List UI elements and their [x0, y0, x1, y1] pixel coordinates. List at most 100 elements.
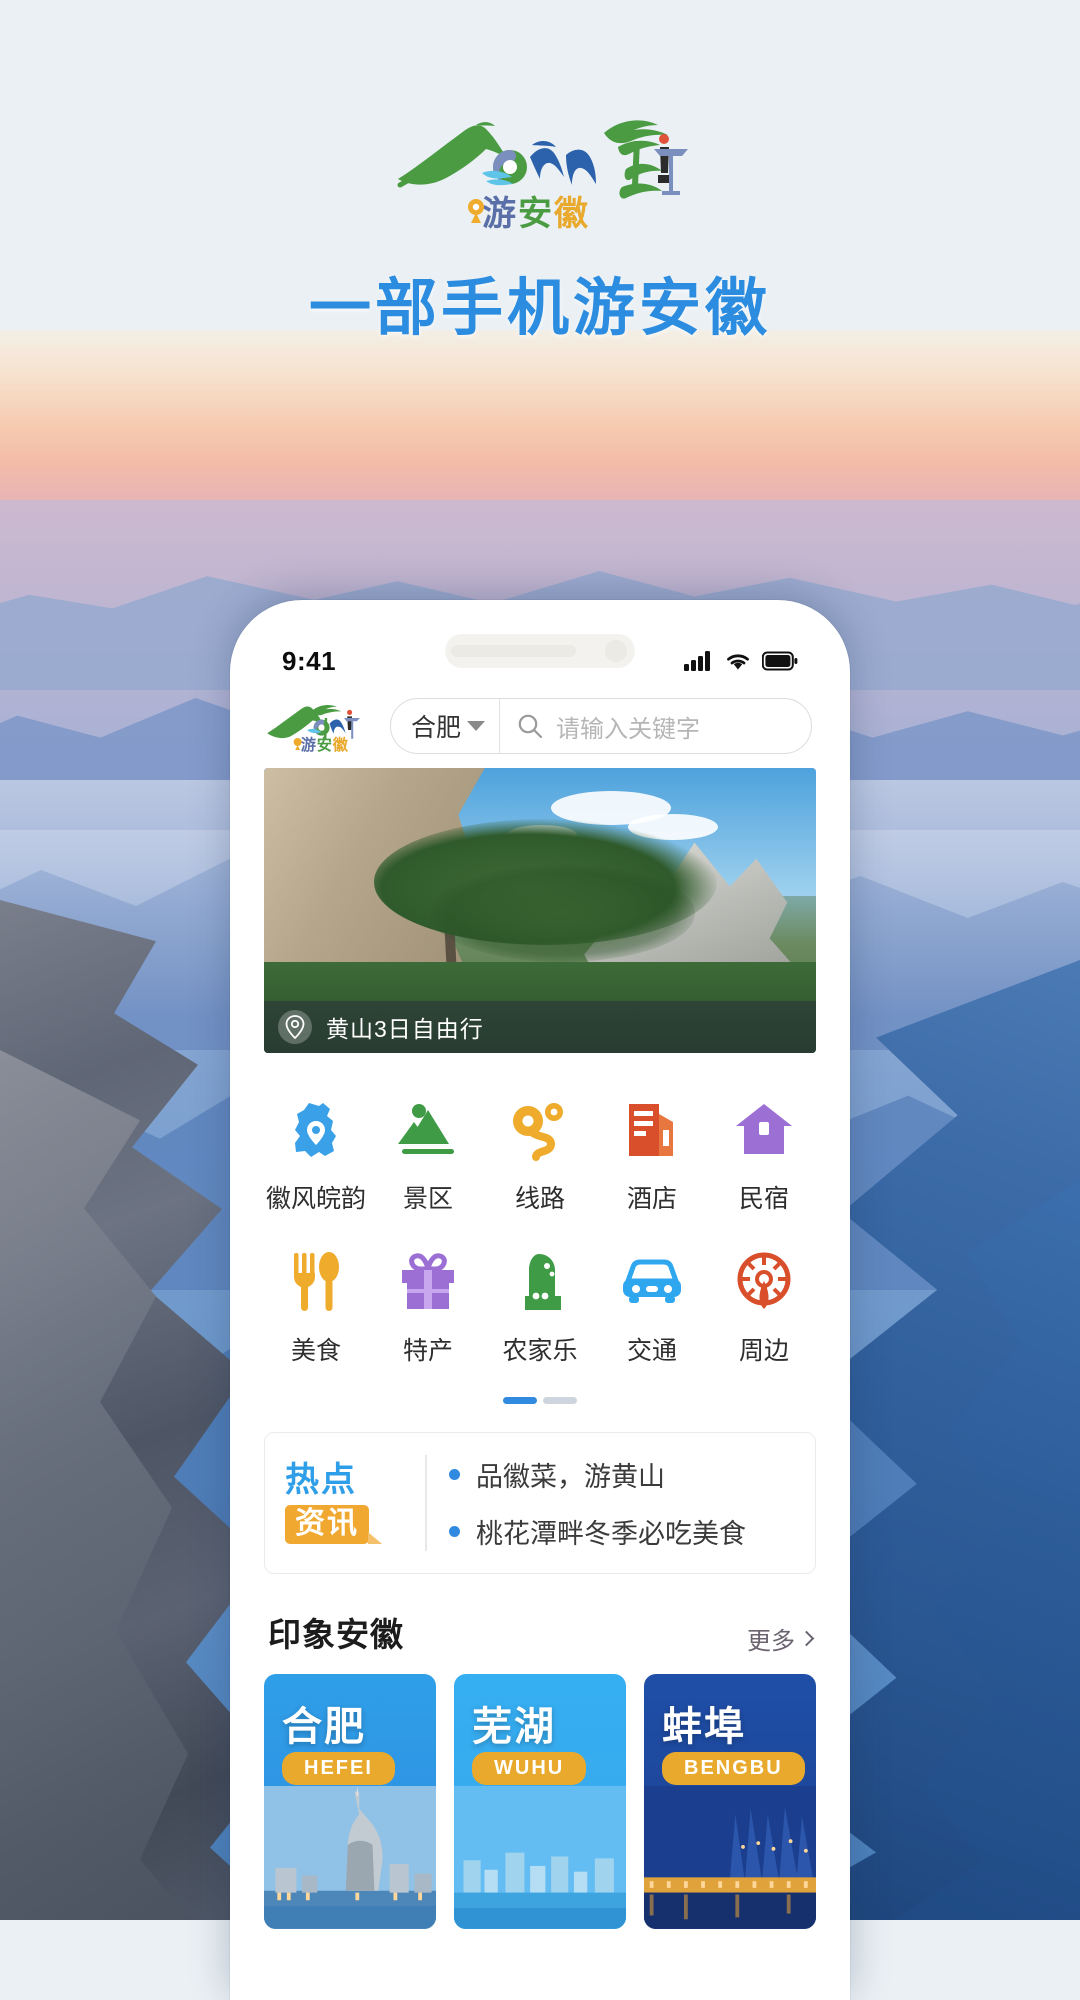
news-item-text: 桃花潭畔冬季必吃美食	[476, 1519, 746, 1549]
car-icon	[596, 1249, 708, 1315]
app-logo: 游 安 徽	[267, 704, 360, 754]
category-homestay[interactable]: 民宿	[708, 1083, 820, 1235]
house-icon	[708, 1097, 820, 1163]
province-map-icon	[260, 1097, 372, 1163]
wuhu-skyline	[454, 1786, 626, 1929]
category-transport[interactable]: 交通	[596, 1235, 708, 1387]
category-scenic-area[interactable]: 景区	[372, 1083, 484, 1235]
city-name-en: WUHU	[472, 1752, 587, 1785]
phone-screen: 9:41 游 安 徽 合肥 请输入关键字 黄山3日自由行 徽风皖韵 景区 线路 …	[242, 612, 838, 2000]
pager-dot-active[interactable]	[503, 1397, 537, 1404]
category-route[interactable]: 线路	[484, 1083, 596, 1235]
poster-header: 游 安 徽 一部手机游安徽	[0, 0, 1080, 347]
svg-text:安: 安	[317, 736, 332, 754]
news-item[interactable]: 品徽菜，游黄山	[449, 1455, 795, 1494]
farm-house-icon	[484, 1249, 596, 1315]
city-card-bengbu[interactable]: 蚌埠 BENGBU	[644, 1674, 816, 1929]
status-bar-time: 9:41	[282, 645, 337, 676]
hot-news-badge-bottom: 资讯	[285, 1504, 382, 1544]
category-nearby[interactable]: 周边	[708, 1235, 820, 1387]
fork-spoon-icon	[260, 1249, 372, 1315]
location-pin-icon	[278, 1010, 312, 1044]
category-specialty[interactable]: 特产	[372, 1235, 484, 1387]
search-input-placeholder[interactable]: 请输入关键字	[556, 709, 700, 744]
status-bar-indicators	[684, 650, 798, 672]
category-farmstay[interactable]: 农家乐	[484, 1235, 596, 1387]
city-name-en: HEFEI	[282, 1752, 395, 1785]
wifi-icon	[727, 654, 749, 670]
pager-dot[interactable]	[543, 1397, 577, 1404]
impression-section-header: 印象安徽 更多	[242, 1574, 838, 1674]
mountain-icon	[372, 1097, 484, 1163]
city-name: 蚌埠	[662, 1705, 746, 1749]
category-label: 交通	[626, 1337, 677, 1365]
more-link-label: 更多	[747, 1628, 795, 1655]
city-name-en: BENGBU	[662, 1752, 805, 1785]
category-label: 农家乐	[502, 1337, 578, 1365]
city-card-hefei[interactable]: 合肥 HEFEI	[264, 1674, 436, 1929]
battery-icon	[762, 651, 798, 671]
hefei-skyline	[264, 1786, 436, 1929]
city-selector-label: 合肥	[411, 714, 462, 742]
grid-pager[interactable]	[260, 1387, 820, 1408]
category-food[interactable]: 美食	[260, 1235, 372, 1387]
category-label: 周边	[738, 1337, 789, 1365]
news-list: 品徽菜，游黄山 桃花潭畔冬季必吃美食	[449, 1455, 795, 1551]
chevron-down-icon	[467, 721, 486, 731]
route-icon	[484, 1097, 596, 1163]
status-bar: 9:41	[242, 612, 838, 686]
news-divider	[425, 1455, 427, 1551]
ferris-wheel-icon	[708, 1249, 820, 1315]
category-label: 美食	[290, 1337, 341, 1365]
hero-caption-text: 黄山3日自由行	[326, 1016, 484, 1042]
category-huifeng-wanyun[interactable]: 徽风皖韵	[260, 1083, 372, 1235]
gift-box-icon	[372, 1249, 484, 1315]
front-camera	[605, 640, 627, 662]
city-name: 芜湖	[472, 1705, 556, 1749]
category-row-1: 徽风皖韵 景区 线路 酒店 民宿	[260, 1083, 820, 1235]
category-label: 徽风皖韵	[265, 1185, 366, 1213]
hero-pine-canopy-2	[429, 864, 695, 962]
svg-text:徽: 徽	[332, 736, 349, 754]
search-field[interactable]: 请输入关键字	[500, 709, 811, 744]
hot-news-badge-top: 热点	[285, 1459, 357, 1500]
anhui-tourism-logo: 游 安 徽	[397, 120, 688, 234]
app-header: 游 安 徽 合肥 请输入关键字	[242, 686, 838, 768]
news-item-text: 品徽菜，游黄山	[476, 1462, 665, 1492]
hero-caption-bar: 黄山3日自由行	[264, 1001, 816, 1053]
category-grid: 徽风皖韵 景区 线路 酒店 民宿 美食 特产 农家乐 交通 周边	[242, 1053, 838, 1408]
search-icon	[518, 714, 543, 739]
category-label: 特产	[402, 1337, 453, 1365]
city-selector[interactable]: 合肥	[391, 699, 501, 753]
search-bar[interactable]: 合肥 请输入关键字	[390, 698, 812, 754]
svg-text:游: 游	[301, 736, 316, 754]
bullet-icon	[449, 1469, 460, 1480]
news-item[interactable]: 桃花潭畔冬季必吃美食	[449, 1512, 795, 1551]
category-row-2: 美食 特产 农家乐 交通 周边	[260, 1235, 820, 1387]
chevron-right-icon	[798, 1630, 815, 1647]
hotel-building-icon	[596, 1097, 708, 1163]
category-label: 景区	[402, 1185, 453, 1213]
page-title: 一部手机游安徽	[308, 275, 771, 343]
section-title: 印象安徽	[268, 1616, 404, 1653]
category-label: 酒店	[626, 1185, 677, 1213]
category-hotel[interactable]: 酒店	[596, 1083, 708, 1235]
hero-banner[interactable]: 黄山3日自由行	[264, 768, 816, 1053]
city-card-wuhu[interactable]: 芜湖 WUHU	[454, 1674, 626, 1929]
bullet-icon	[449, 1526, 460, 1537]
more-link[interactable]: 更多	[747, 1621, 815, 1656]
cellular-signal-icon	[684, 651, 710, 671]
hot-news-badge: 热点 资讯	[285, 1463, 403, 1544]
bengbu-skyline	[644, 1786, 816, 1929]
category-label: 线路	[514, 1185, 565, 1213]
city-card-list: 合肥 HEFEI 芜湖 WUHU 蚌埠 BENGBU	[242, 1674, 838, 1929]
hot-news-card[interactable]: 热点 资讯 品徽菜，游黄山 桃花潭畔冬季必吃美食	[264, 1432, 816, 1574]
svg-text:游: 游	[482, 194, 516, 234]
svg-text:徽: 徽	[553, 194, 589, 234]
city-name: 合肥	[282, 1705, 366, 1749]
category-label: 民宿	[738, 1185, 789, 1213]
earpiece-speaker	[451, 645, 576, 657]
notch	[445, 634, 635, 668]
svg-text:安: 安	[518, 194, 552, 234]
phone-mockup: 9:41 游 安 徽 合肥 请输入关键字 黄山3日自由行 徽风皖韵 景区 线路 …	[230, 600, 850, 2000]
